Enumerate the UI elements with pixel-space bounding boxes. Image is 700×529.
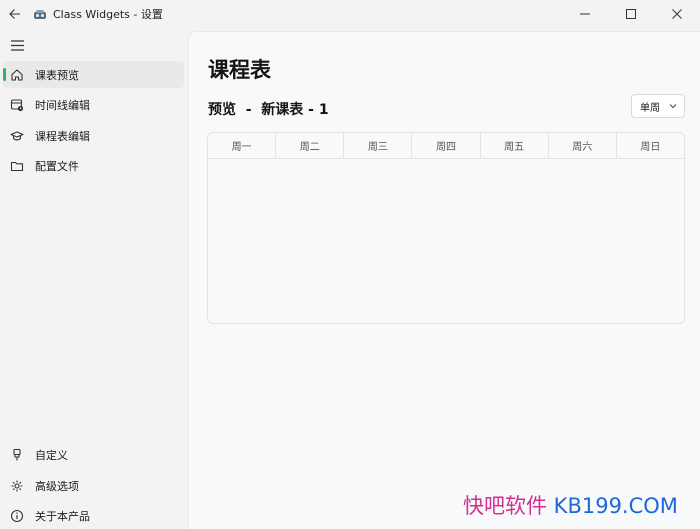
sidebar-item-label: 配置文件 — [35, 159, 79, 173]
content-panel: 课程表 预览 - 新课表 - 1 单周 周一 周二 周三 周四 周五 周六 周日 — [188, 31, 700, 529]
info-icon — [9, 508, 25, 524]
column-header: 周六 — [549, 133, 617, 158]
sidebar-item-config-files[interactable]: 配置文件 — [3, 152, 184, 179]
folder-icon — [9, 158, 25, 174]
sidebar-item-label: 关于本产品 — [35, 509, 90, 523]
sidebar-item-timeline-edit[interactable]: 时间线编辑 — [3, 91, 184, 118]
column-header: 周四 — [412, 133, 481, 158]
sidebar-item-customize[interactable]: 自定义 — [3, 441, 184, 468]
arrow-left-icon — [9, 9, 20, 19]
close-button[interactable] — [654, 0, 700, 28]
sidebar-item-label: 高级选项 — [35, 479, 79, 493]
schedule-table: 周一 周二 周三 周四 周五 周六 周日 — [207, 132, 685, 324]
app-logo-icon — [34, 10, 46, 19]
table-header-row: 周一 周二 周三 周四 周五 周六 周日 — [208, 133, 684, 159]
home-icon — [9, 67, 25, 83]
hamburger-icon — [10, 39, 24, 51]
sidebar-item-label: 自定义 — [35, 448, 68, 462]
watermark: 快吧软件 KB199.COM — [463, 490, 678, 520]
column-header: 周二 — [276, 133, 345, 158]
window-title: Class Widgets - 设置 — [53, 8, 163, 21]
brush-icon — [9, 447, 25, 463]
window-controls — [562, 0, 700, 28]
column-header: 周一 — [208, 133, 277, 158]
minimize-icon — [580, 13, 590, 15]
sidebar-item-schedule-preview[interactable]: 课表预览 — [3, 61, 184, 88]
watermark-en: KB199.COM — [547, 494, 678, 518]
sidebar-item-label: 课程表编辑 — [35, 129, 90, 143]
week-type-dropdown[interactable]: 单周 — [631, 94, 685, 118]
maximize-icon — [626, 9, 636, 19]
page-title: 课程表 — [208, 58, 271, 82]
chevron-down-icon — [669, 104, 677, 109]
sidebar-item-label: 课表预览 — [35, 68, 79, 82]
sidebar-item-label: 时间线编辑 — [35, 98, 90, 112]
column-header: 周三 — [344, 133, 413, 158]
timeline-icon — [9, 97, 25, 113]
watermark-cn: 快吧软件 — [463, 494, 547, 518]
close-icon — [672, 9, 682, 19]
sidebar: 课表预览 时间线编辑 课程表编辑 配置文件 自定义 高级选项 关于本产品 — [0, 28, 188, 529]
active-indicator — [3, 68, 6, 81]
sidebar-item-schedule-edit[interactable]: 课程表编辑 — [3, 122, 184, 149]
maximize-button[interactable] — [608, 0, 654, 28]
menu-toggle-button[interactable] — [8, 36, 26, 54]
gear-icon — [9, 478, 25, 494]
minimize-button[interactable] — [562, 0, 608, 28]
week-type-value: 单周 — [640, 102, 660, 114]
graduation-cap-icon — [9, 128, 25, 144]
title-bar: Class Widgets - 设置 — [0, 0, 700, 28]
schedule-subtitle: 预览 - 新课表 - 1 — [208, 102, 329, 118]
sidebar-item-about[interactable]: 关于本产品 — [3, 502, 184, 529]
column-header: 周五 — [481, 133, 549, 158]
sidebar-item-advanced[interactable]: 高级选项 — [3, 472, 184, 499]
back-button[interactable] — [0, 0, 30, 28]
column-header: 周日 — [640, 142, 661, 153]
